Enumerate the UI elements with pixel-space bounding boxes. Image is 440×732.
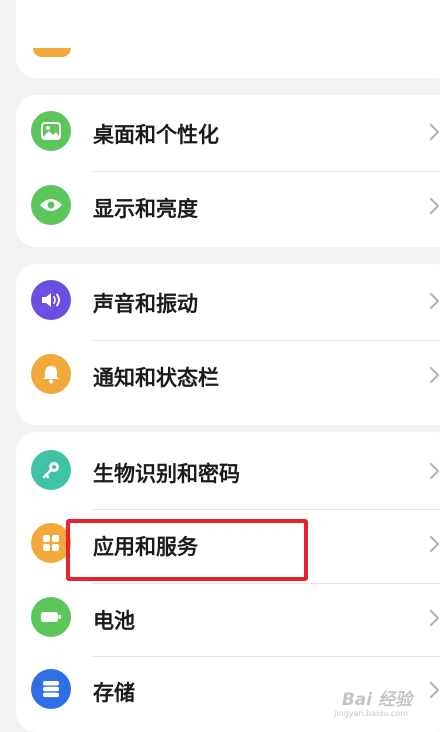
settings-item-battery[interactable]: 电池 bbox=[16, 584, 440, 658]
settings-item-label: 显示和亮度 bbox=[93, 197, 198, 221]
settings-item-label: 应用和服务 bbox=[93, 535, 198, 559]
watermark-url: jingyan.baidu.com bbox=[334, 709, 408, 718]
settings-item-label: 电池 bbox=[93, 609, 135, 633]
settings-item-sound[interactable]: 声音和振动 bbox=[16, 267, 440, 341]
eye-icon bbox=[31, 185, 71, 225]
settings-group-top bbox=[16, 0, 440, 78]
settings-item-label: 存储 bbox=[93, 681, 135, 705]
picture-icon bbox=[31, 111, 71, 151]
key-icon bbox=[31, 450, 71, 490]
chevron-right-icon bbox=[429, 535, 440, 553]
settings-item-label: 声音和振动 bbox=[93, 292, 198, 316]
speaker-icon bbox=[31, 280, 71, 320]
settings-item-apps[interactable]: 应用和服务 bbox=[16, 510, 440, 584]
settings-item-wallpaper[interactable]: 桌面和个性化 bbox=[16, 98, 440, 172]
battery-icon bbox=[31, 597, 71, 637]
chevron-right-icon bbox=[429, 292, 440, 310]
settings-item-biometrics[interactable]: 生物识别和密码 bbox=[16, 437, 440, 511]
settings-item-display[interactable]: 显示和亮度 bbox=[16, 172, 440, 246]
chevron-right-icon bbox=[429, 681, 440, 699]
chevron-right-icon bbox=[429, 462, 440, 480]
settings-item-notifications[interactable]: 通知和状态栏 bbox=[16, 341, 440, 415]
chevron-right-icon bbox=[429, 123, 440, 141]
settings-item-label: 通知和状态栏 bbox=[93, 366, 219, 390]
watermark: Bai 经验 bbox=[341, 690, 412, 710]
chevron-right-icon bbox=[429, 609, 440, 627]
chevron-right-icon bbox=[429, 366, 440, 384]
chevron-right-icon bbox=[429, 197, 440, 215]
apps-grid-icon bbox=[31, 523, 71, 563]
storage-icon bbox=[31, 669, 71, 709]
bell-icon bbox=[31, 354, 71, 394]
settings-item-label: 桌面和个性化 bbox=[93, 123, 219, 147]
orange-circle-icon bbox=[33, 48, 71, 57]
settings-item-label: 生物识别和密码 bbox=[93, 462, 240, 486]
